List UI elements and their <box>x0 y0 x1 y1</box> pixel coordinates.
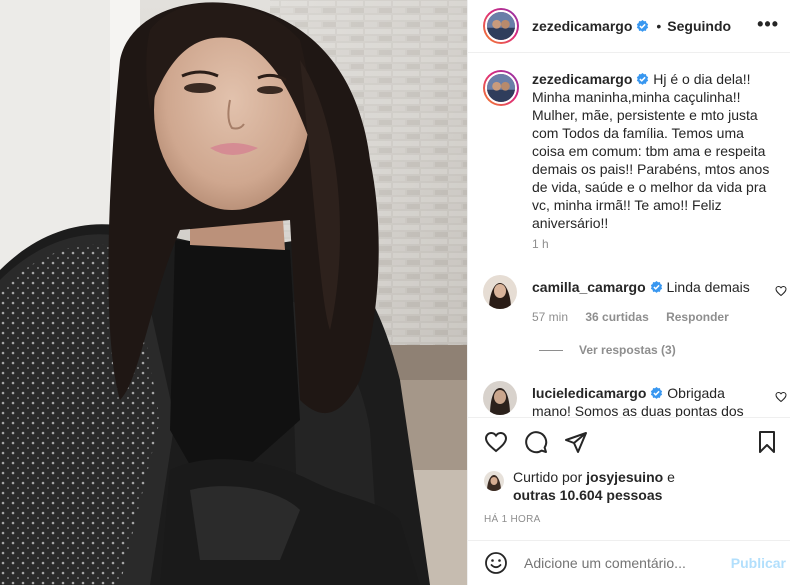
author-avatar[interactable] <box>483 8 519 44</box>
view-replies-label: Ver respostas (3) <box>579 343 676 357</box>
comment-like-heart-icon[interactable] <box>775 391 787 403</box>
caption-author-avatar[interactable] <box>483 70 519 106</box>
caption-avatar-image <box>487 74 515 102</box>
comment-item: camilla_camargo Linda demais <box>483 275 783 309</box>
commenter-username[interactable]: lucieledicamargo <box>532 385 646 401</box>
comment-like-heart-icon[interactable] <box>775 285 787 297</box>
liker-avatar[interactable] <box>484 471 504 491</box>
commenter-username[interactable]: camilla_camargo <box>532 279 646 295</box>
verified-icon <box>637 19 649 32</box>
comments-list[interactable]: zezedicamargo Hj é o dia dela!! Minha ma… <box>468 53 790 417</box>
emoji-icon[interactable] <box>484 551 508 575</box>
likes-conjunction: e <box>667 469 675 485</box>
commenter-avatar[interactable] <box>483 381 517 415</box>
verified-icon <box>637 73 649 85</box>
following-button[interactable]: Seguindo <box>667 18 731 34</box>
comment-icon[interactable] <box>524 430 548 454</box>
reply-button[interactable]: Responder <box>666 310 729 324</box>
caption-text: Hj é o dia dela!! Minha maninha,minha ca… <box>532 71 770 231</box>
add-comment-bar: Publicar <box>468 540 790 585</box>
commenter-avatar-image <box>483 381 517 415</box>
share-icon[interactable] <box>564 430 588 454</box>
publish-button[interactable]: Publicar <box>731 555 786 571</box>
replies-divider <box>539 349 563 351</box>
caption-timestamp[interactable]: 1 h <box>532 237 549 251</box>
verified-icon <box>651 387 663 399</box>
liker-username[interactable]: josyjesuino <box>586 469 663 485</box>
post-caption: zezedicamargo Hj é o dia dela!! Minha ma… <box>483 70 783 232</box>
bookmark-icon[interactable] <box>755 430 779 454</box>
comment-body: lucieledicamargo Obrigada mano! Somos as… <box>532 381 757 417</box>
likes-summary: Curtido por josyjesuino e outras 10.604 … <box>484 468 675 504</box>
post-side-panel: zezedicamargo • Seguindo ••• zezedicamar… <box>467 0 790 585</box>
comment-text: Linda demais <box>666 279 750 295</box>
post-image <box>0 0 467 585</box>
caption-body: zezedicamargo Hj é o dia dela!! Minha ma… <box>532 70 772 232</box>
commenter-avatar-image <box>483 275 517 309</box>
author-username[interactable]: zezedicamargo <box>532 18 632 34</box>
commenter-avatar[interactable] <box>483 275 517 309</box>
likes-text: Curtido por josyjesuino e outras 10.604 … <box>513 468 675 504</box>
likes-prefix: Curtido por <box>513 469 583 485</box>
post-timestamp[interactable]: HÁ 1 HORA <box>484 514 541 525</box>
caption-username[interactable]: zezedicamargo <box>532 71 632 87</box>
separator-dot: • <box>656 18 662 34</box>
verified-icon <box>650 281 662 293</box>
liker-avatar-image <box>484 471 504 491</box>
post-actions <box>468 417 790 467</box>
comment-item: lucieledicamargo Obrigada mano! Somos as… <box>483 381 783 417</box>
post-header: zezedicamargo • Seguindo ••• <box>468 0 790 53</box>
comment-time[interactable]: 57 min <box>532 310 568 324</box>
likes-others[interactable]: outras 10.604 pessoas <box>513 487 662 503</box>
comment-likes-count[interactable]: 36 curtidas <box>585 310 648 324</box>
more-options-icon[interactable]: ••• <box>757 14 779 35</box>
post-photo[interactable] <box>0 0 467 585</box>
heart-icon[interactable] <box>484 430 508 454</box>
comment-meta: 57 min 36 curtidas Responder <box>532 310 729 324</box>
comment-input[interactable] <box>524 555 714 571</box>
view-replies-button[interactable]: Ver respostas (3) <box>539 343 676 357</box>
author-avatar-image <box>487 12 515 40</box>
comment-body: camilla_camargo Linda demais <box>532 275 757 309</box>
